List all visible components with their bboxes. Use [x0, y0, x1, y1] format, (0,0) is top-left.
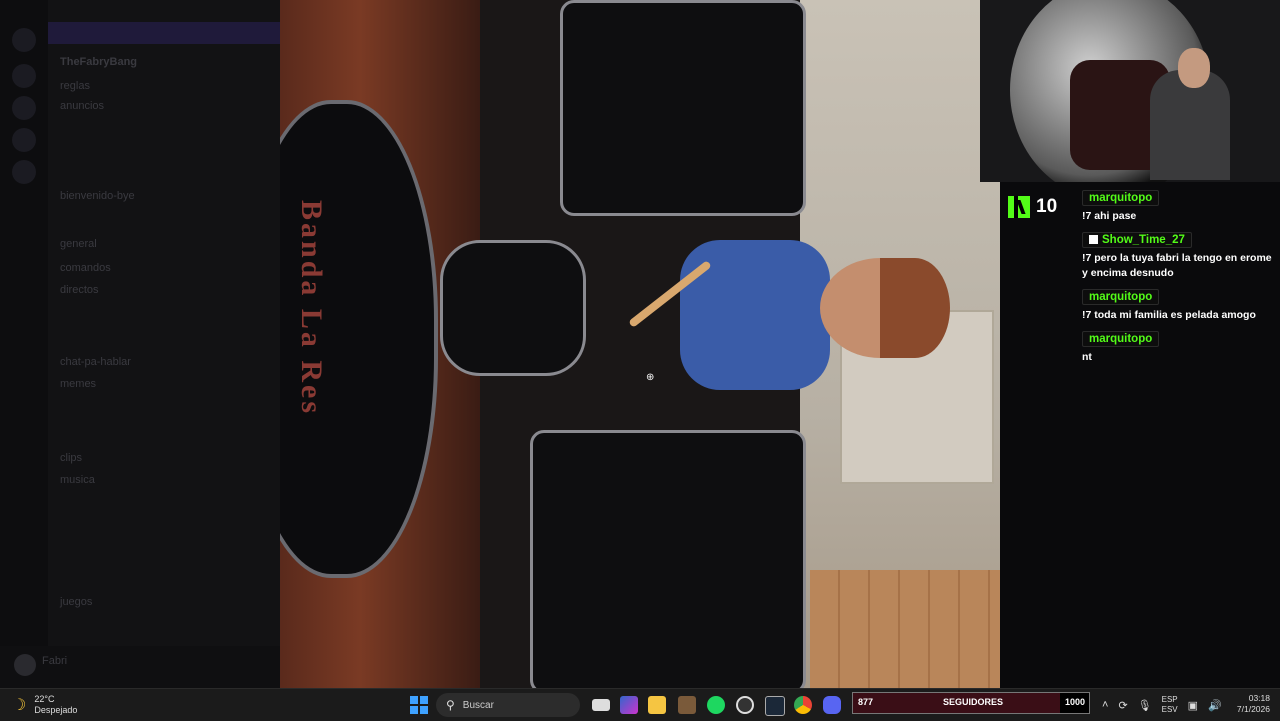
language-bottom: ESV [1161, 705, 1178, 714]
avatar[interactable] [14, 654, 36, 676]
chat-text: !7 toda mi familia es pelada amogo [1082, 309, 1256, 321]
discord-window: TheFabryBang reglas anuncios bienvenido-… [0, 0, 280, 688]
viewer-number: 10 [1036, 196, 1058, 217]
copilot-icon[interactable] [620, 696, 638, 714]
channel-item[interactable]: anuncios [60, 100, 104, 112]
follower-goal-bar: 877 SEGUIDORES 1000 [852, 692, 1090, 714]
server-icon[interactable] [12, 96, 36, 120]
streamer-face [1178, 48, 1210, 88]
viewer-count: 10 [1008, 196, 1057, 218]
photo-wood-floor [810, 570, 1000, 688]
channel-item[interactable]: reglas [60, 80, 90, 92]
chat-username: marquitopo [1082, 289, 1160, 305]
discord-icon[interactable] [823, 696, 841, 714]
channel-item[interactable]: comandos [60, 262, 111, 274]
file-explorer-icon[interactable] [648, 696, 666, 714]
task-view-icon[interactable] [592, 699, 610, 711]
clock[interactable]: 03:18 7/1/2026 [1230, 693, 1270, 715]
channel-item[interactable]: clips [60, 452, 82, 464]
subscriber-badge-icon [1089, 235, 1098, 245]
chrome-icon[interactable] [794, 696, 812, 714]
steam-icon[interactable] [765, 696, 785, 716]
server-icon[interactable] [12, 160, 36, 184]
channel-item[interactable]: chat-pa-hablar [60, 356, 131, 368]
server-icon[interactable] [12, 128, 36, 152]
obs-icon[interactable] [736, 696, 754, 714]
chat-username: marquitopo [1082, 331, 1160, 347]
sync-icon[interactable]: ⟳ [1118, 699, 1127, 712]
user-name: Fabri [42, 655, 68, 667]
start-button[interactable] [410, 696, 428, 714]
server-icon[interactable] [12, 64, 36, 88]
channel-item[interactable]: bienvenido-bye [60, 190, 135, 202]
chat-text: !7 ahi pase [1082, 210, 1137, 222]
weather-desc: Despejado [34, 705, 78, 715]
kick-logo-icon [1008, 196, 1030, 218]
channel-item[interactable]: general [60, 238, 97, 250]
chat-overlay: marquitopo !7 ahi pase Show_Time_27 !7 p… [1082, 188, 1278, 371]
followers-label: SEGUIDORES [943, 697, 1004, 707]
chat-message: marquitopo !7 toda mi familia es pelada … [1082, 287, 1278, 323]
windows-logo-icon [410, 696, 418, 704]
clock-time: 03:18 [1248, 693, 1270, 703]
taskbar: ☽ 22°C Despejado ⚲ Buscar 877 SEGUIDORES… [0, 688, 1280, 721]
chat-username: Show_Time_27 [1102, 234, 1185, 246]
child-hair [880, 258, 950, 358]
channel-item[interactable]: juegos [60, 596, 92, 608]
display-icon[interactable]: ▣ [1188, 699, 1198, 712]
zoom-cursor-icon: ⊕ [646, 372, 655, 383]
chevron-up-icon[interactable]: ˄ [1102, 699, 1108, 711]
drum-logo-text: Banda La Res [295, 200, 328, 417]
chat-message: marquitopo nt [1082, 329, 1278, 365]
spotify-icon[interactable] [707, 696, 725, 714]
chat-message: Show_Time_27 !7 pero la tuya fabri la te… [1082, 230, 1278, 281]
tom-drum [560, 0, 806, 216]
weather-widget[interactable]: ☽ 22°C Despejado [12, 694, 77, 716]
search-placeholder: Buscar [462, 699, 494, 711]
followers-current: 877 [858, 697, 874, 707]
chat-text: nt [1082, 351, 1092, 363]
search-icon: ⚲ [446, 698, 455, 712]
channel-item[interactable]: musica [60, 474, 95, 486]
chat-username: marquitopo [1082, 190, 1160, 206]
moon-icon: ☽ [12, 697, 27, 714]
discord-topbar [48, 22, 280, 44]
floor-tom-drum [530, 430, 806, 688]
volume-icon[interactable]: 🔊 [1208, 699, 1222, 712]
chat-message: marquitopo !7 ahi pase [1082, 188, 1278, 224]
server-rail [0, 0, 48, 688]
language-top: ESP [1161, 695, 1178, 704]
weather-temp: 22°C [34, 694, 55, 704]
system-tray: ˄ ⟳ 🎙 ESP ESV ▣ 🔊 [1102, 695, 1222, 715]
server-name[interactable]: TheFabryBang [60, 56, 137, 68]
language-indicator[interactable]: ESP ESV [1162, 695, 1178, 715]
clock-date: 7/1/2026 [1236, 704, 1270, 714]
snare-drum [440, 240, 586, 376]
chat-username-badged: Show_Time_27 [1082, 232, 1192, 248]
channel-item[interactable]: directos [60, 284, 99, 296]
channel-item[interactable]: memes [60, 378, 96, 390]
user-panel: Fabri [0, 646, 280, 688]
chat-text: !7 pero la tuya fabri la tengo en erome … [1082, 252, 1272, 279]
search-box[interactable]: ⚲ Buscar [436, 693, 580, 717]
shared-photo: Banda La Res [280, 0, 1000, 688]
server-icon[interactable] [12, 28, 36, 52]
app-icon[interactable] [678, 696, 696, 714]
followers-goal: 1000 [1064, 697, 1085, 707]
webcam-overlay [980, 0, 1280, 182]
microphone-icon[interactable]: 🎙 [1138, 699, 1152, 712]
